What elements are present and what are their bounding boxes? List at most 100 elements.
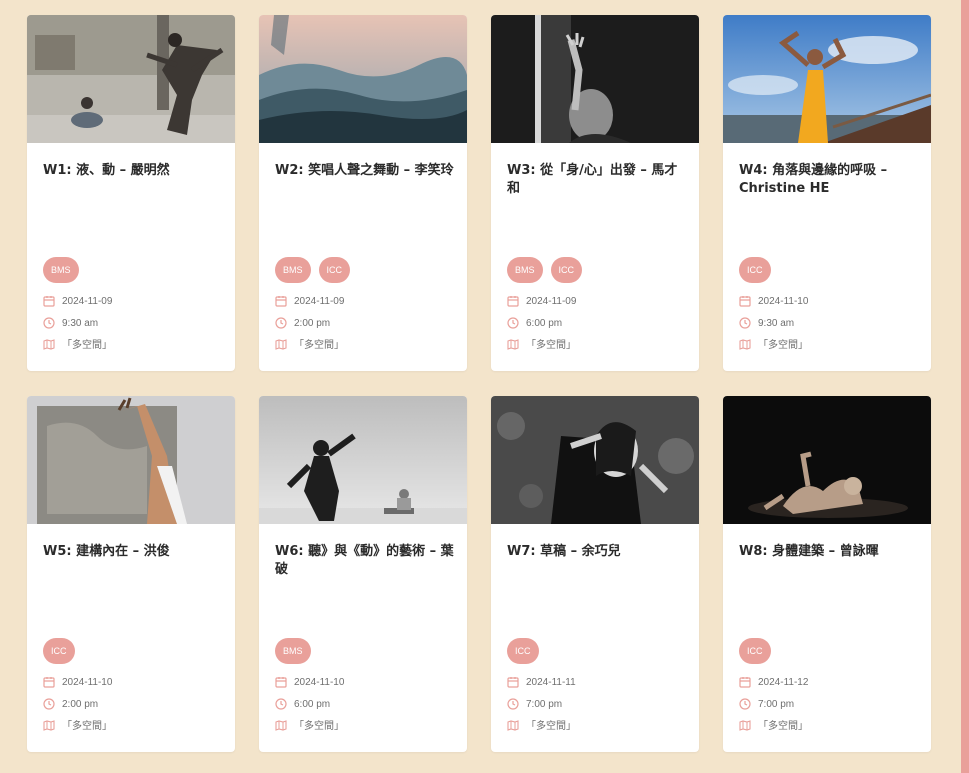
time-row: 2:00 pm (43, 698, 98, 710)
workshop-card[interactable]: W7: 草稿 – 余巧兒 ICC 2024-11-11 7:00 pm 「多空間… (491, 396, 699, 752)
workshop-photo[interactable] (259, 396, 467, 524)
workshop-card[interactable]: W6: 聽》與《動》的藝術 – 葉破 BMS 2024-11-10 6:00 p… (259, 396, 467, 752)
time-text: 7:00 pm (758, 698, 795, 710)
date-text: 2024-11-10 (294, 676, 345, 688)
date-text: 2024-11-09 (294, 295, 345, 307)
workshop-photo[interactable] (491, 15, 699, 143)
place-text: 「多空間」 (62, 340, 112, 351)
calendar-icon (739, 677, 751, 688)
time-row: 2:00 pm (275, 317, 330, 329)
calendar-icon (507, 296, 519, 307)
page-edge (961, 0, 969, 773)
date-text: 2024-11-12 (758, 676, 809, 688)
calendar-icon (739, 296, 751, 307)
clock-icon (507, 698, 519, 710)
tag-badge[interactable]: ICC (318, 257, 351, 283)
time-text: 9:30 am (62, 317, 99, 329)
workshop-title[interactable]: W3: 從「身/心」出發 – 馬才和 (507, 162, 687, 198)
map-icon (739, 719, 751, 731)
workshop-title[interactable]: W5: 建構內在 – 洪俊 (43, 543, 223, 561)
tag-badge[interactable]: ICC (550, 257, 583, 283)
clock-icon (275, 317, 287, 329)
workshop-title[interactable]: W6: 聽》與《動》的藝術 – 葉破 (275, 543, 455, 579)
date-text: 2024-11-11 (526, 676, 576, 688)
workshop-photo[interactable] (723, 15, 931, 143)
workshop-card[interactable]: W1: 液、動 – 嚴明然 BMS 2024-11-09 9:30 am 「多空… (27, 15, 235, 371)
date-text: 2024-11-10 (758, 295, 809, 307)
map-icon (275, 719, 287, 731)
workshop-photo[interactable] (259, 15, 467, 143)
workshop-title[interactable]: W1: 液、動 – 嚴明然 (43, 162, 223, 180)
workshop-card[interactable]: W4: 角落與邊緣的呼吸 – Christine HE ICC 2024-11-… (723, 15, 931, 371)
tag-list: ICC (507, 638, 539, 664)
calendar-icon (275, 296, 287, 307)
date-row: 2024-11-10 (43, 676, 112, 688)
map-icon (43, 338, 55, 350)
map-icon (43, 719, 55, 731)
place-row: 「多空間」 (43, 336, 112, 351)
workshop-photo[interactable] (27, 15, 235, 143)
workshop-title[interactable]: W7: 草稿 – 余巧兒 (507, 543, 687, 561)
workshop-card[interactable]: W3: 從「身/心」出發 – 馬才和 BMS ICC 2024-11-09 6:… (491, 15, 699, 371)
workshop-card[interactable]: W2: 笑唱人聲之舞動 – 李笑玲 BMS ICC 2024-11-09 2:0… (259, 15, 467, 371)
tag-badge[interactable]: BMS (275, 638, 311, 664)
place-row: 「多空間」 (275, 336, 344, 351)
tag-list: ICC (739, 257, 771, 283)
workshop-photo[interactable] (723, 396, 931, 524)
workshop-title[interactable]: W4: 角落與邊緣的呼吸 – Christine HE (739, 162, 919, 198)
time-text: 2:00 pm (294, 317, 331, 329)
map-icon (739, 338, 751, 350)
date-row: 2024-11-09 (507, 295, 576, 307)
date-text: 2024-11-09 (526, 295, 577, 307)
time-text: 2:00 pm (62, 698, 99, 710)
date-row: 2024-11-11 (507, 676, 576, 688)
tag-list: BMS (275, 638, 311, 664)
place-text: 「多空間」 (62, 721, 112, 732)
workshop-grid: W1: 液、動 – 嚴明然 BMS 2024-11-09 9:30 am 「多空… (27, 15, 931, 752)
time-row: 7:00 pm (507, 698, 562, 710)
workshop-photo[interactable] (27, 396, 235, 524)
place-row: 「多空間」 (739, 717, 808, 732)
tag-list: BMS (43, 257, 79, 283)
time-text: 6:00 pm (294, 698, 331, 710)
date-text: 2024-11-10 (62, 676, 113, 688)
place-text: 「多空間」 (294, 721, 344, 732)
time-text: 9:30 am (758, 317, 795, 329)
time-row: 9:30 am (739, 317, 794, 329)
place-text: 「多空間」 (526, 340, 576, 351)
clock-icon (43, 317, 55, 329)
tag-badge[interactable]: ICC (739, 257, 771, 283)
clock-icon (739, 317, 751, 329)
tag-list: ICC (739, 638, 771, 664)
workshop-photo[interactable] (491, 396, 699, 524)
place-text: 「多空間」 (294, 340, 344, 351)
workshop-title[interactable]: W8: 身體建築 – 曾詠暉 (739, 543, 919, 561)
tag-badge[interactable]: ICC (739, 638, 771, 664)
place-text: 「多空間」 (758, 340, 808, 351)
place-row: 「多空間」 (275, 717, 344, 732)
place-row: 「多空間」 (507, 336, 576, 351)
tag-list: ICC (43, 638, 75, 664)
workshop-card[interactable]: W8: 身體建築 – 曾詠暉 ICC 2024-11-12 7:00 pm 「多… (723, 396, 931, 752)
place-row: 「多空間」 (43, 717, 112, 732)
place-row: 「多空間」 (739, 336, 808, 351)
calendar-icon (43, 296, 55, 307)
time-text: 6:00 pm (526, 317, 563, 329)
time-row: 6:00 pm (275, 698, 330, 710)
tag-list: BMS ICC (275, 257, 351, 283)
workshop-title[interactable]: W2: 笑唱人聲之舞動 – 李笑玲 (275, 162, 455, 180)
place-text: 「多空間」 (758, 721, 808, 732)
tag-badge[interactable]: ICC (507, 638, 539, 664)
tag-badge[interactable]: ICC (43, 638, 75, 664)
tag-badge[interactable]: BMS (507, 257, 543, 283)
map-icon (507, 338, 519, 350)
map-icon (275, 338, 287, 350)
tag-badge[interactable]: BMS (43, 257, 79, 283)
workshop-card[interactable]: W5: 建構內在 – 洪俊 ICC 2024-11-10 2:00 pm 「多空… (27, 396, 235, 752)
date-row: 2024-11-09 (43, 295, 112, 307)
calendar-icon (43, 677, 55, 688)
tag-badge[interactable]: BMS (275, 257, 311, 283)
map-icon (507, 719, 519, 731)
clock-icon (43, 698, 55, 710)
date-row: 2024-11-10 (275, 676, 344, 688)
